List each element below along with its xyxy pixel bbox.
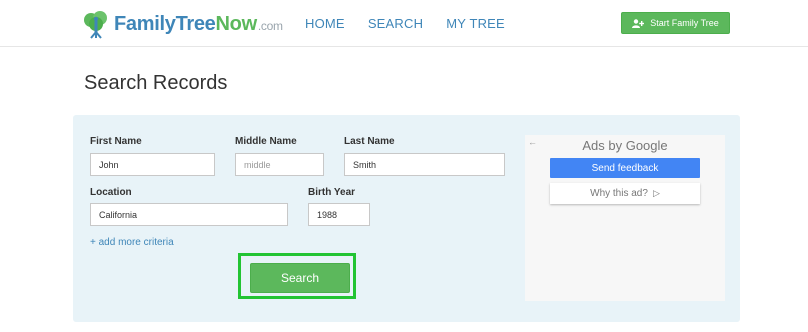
- top-navbar: FamilyTreeNow.com HOME SEARCH MY TREE St…: [0, 0, 808, 47]
- nav-my-tree[interactable]: MY TREE: [446, 16, 505, 31]
- ads-by-google-label: Ads by Google: [582, 138, 668, 153]
- add-user-icon: [632, 18, 645, 28]
- site-logo[interactable]: FamilyTreeNow.com: [82, 7, 283, 41]
- tree-icon: [84, 11, 107, 39]
- location-input[interactable]: [90, 203, 288, 226]
- logo-text-tree: Tree: [175, 12, 216, 35]
- send-feedback-button[interactable]: Send feedback: [550, 158, 700, 178]
- logo-text-suffix: .com: [257, 18, 283, 33]
- start-family-tree-label: Start Family Tree: [650, 18, 719, 28]
- first-name-input[interactable]: [90, 153, 215, 176]
- google-ad-box: ← Ads by Google Send feedback Why this a…: [525, 135, 725, 301]
- adchoices-icon: ▷: [652, 188, 660, 198]
- page-title: Search Records: [84, 72, 228, 94]
- nav-search[interactable]: SEARCH: [368, 16, 423, 31]
- add-more-criteria-link[interactable]: + add more criteria: [90, 237, 174, 248]
- middle-name-label: Middle Name: [235, 136, 297, 147]
- last-name-input[interactable]: [344, 153, 505, 176]
- last-name-label: Last Name: [344, 136, 395, 147]
- why-this-ad-label: Why this ad?: [590, 188, 648, 199]
- nav-home[interactable]: HOME: [305, 16, 345, 31]
- search-button-highlight: Search: [238, 253, 356, 299]
- main-nav: HOME SEARCH MY TREE: [305, 16, 528, 31]
- start-family-tree-button[interactable]: Start Family Tree: [621, 12, 730, 34]
- birth-year-input[interactable]: [308, 203, 370, 226]
- why-this-ad-button[interactable]: Why this ad? ▷: [550, 183, 700, 204]
- birth-year-label: Birth Year: [308, 187, 356, 198]
- search-button[interactable]: Search: [250, 263, 350, 293]
- middle-name-input[interactable]: [235, 153, 324, 176]
- logo-text-now: Now: [215, 12, 258, 35]
- logo-text-family: Family: [114, 12, 176, 35]
- location-label: Location: [90, 187, 132, 198]
- first-name-label: First Name: [90, 136, 142, 147]
- search-panel: First Name Middle Name Last Name Locatio…: [73, 115, 740, 322]
